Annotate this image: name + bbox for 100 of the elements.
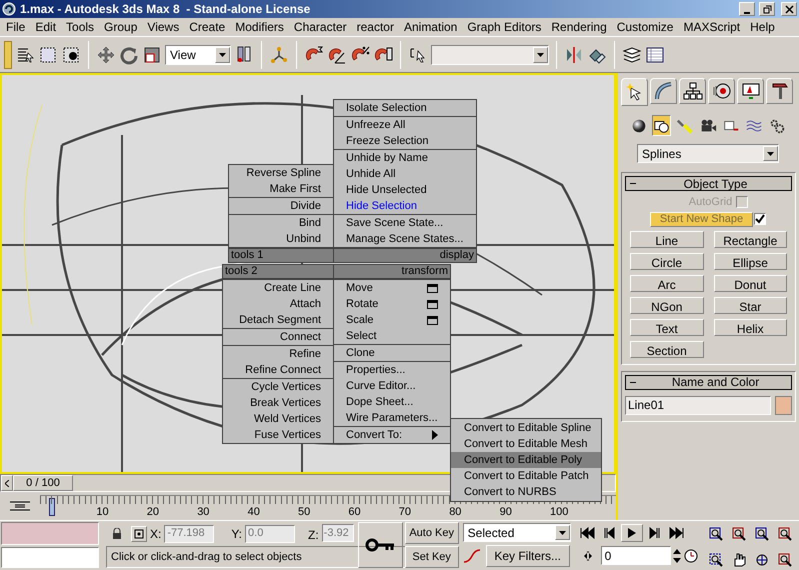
quad-menu-item[interactable]: Refine — [223, 346, 333, 362]
set-key-mode-button[interactable] — [358, 522, 403, 568]
quad-menu-item[interactable]: Detach Segment — [223, 312, 333, 328]
menu-item[interactable]: Modifiers — [230, 18, 289, 36]
menu-item[interactable]: Animation — [398, 18, 462, 36]
quad-menu-item[interactable]: Fuse Vertices — [223, 427, 333, 443]
quad-menu-item[interactable]: Unbind — [229, 231, 333, 247]
rotate-icon[interactable] — [119, 44, 139, 64]
track-view-icon[interactable] — [645, 44, 665, 64]
quad-menu-item[interactable]: Isolate Selection — [334, 100, 476, 116]
object-type-button[interactable]: NGon — [630, 296, 704, 314]
time-configuration-icon[interactable] — [682, 548, 699, 564]
quad-menu-item[interactable]: Freeze Selection — [334, 133, 476, 149]
quad-menu-item[interactable]: Connect — [223, 329, 333, 345]
color-swatch[interactable] — [775, 396, 792, 414]
selection-region-icon[interactable] — [38, 44, 58, 64]
close-icon[interactable] — [781, 2, 797, 16]
key-filters-button[interactable]: Key Filters... — [486, 545, 570, 567]
rollout-header[interactable]: Name and Color — [625, 374, 792, 390]
auto-key-button[interactable]: Auto Key — [404, 522, 459, 544]
minimize-icon[interactable] — [739, 2, 755, 16]
key-mode-dropdown[interactable]: Selected — [462, 523, 571, 542]
object-type-button[interactable]: Line — [630, 230, 704, 248]
tangent-icon[interactable] — [462, 548, 483, 564]
mirror-icon[interactable] — [564, 44, 584, 64]
quad-menu-item[interactable]: Clone — [334, 345, 450, 361]
object-type-button[interactable]: Text — [630, 318, 704, 336]
menu-item[interactable]: File — [1, 18, 30, 36]
object-name-field[interactable]: Line01 — [625, 396, 771, 414]
quad-menu-item[interactable]: Manage Scene States... — [334, 231, 476, 247]
maximize-viewport-icon[interactable] — [776, 550, 794, 568]
quad-menu-item[interactable]: Scale — [334, 312, 450, 328]
quad-menu-item[interactable]: Convert To: — [334, 427, 450, 443]
quad-menu-item[interactable]: Reverse Spline — [229, 165, 333, 181]
menu-item[interactable]: Character — [288, 18, 352, 36]
scale-icon[interactable] — [142, 44, 162, 64]
reference-coordinate-dropdown[interactable]: View — [165, 44, 231, 64]
menu-item[interactable]: Group — [99, 18, 142, 36]
zoom-extents-icon[interactable] — [752, 525, 771, 543]
window-crossing-icon[interactable] — [61, 44, 81, 64]
zoom-icon[interactable] — [706, 525, 725, 543]
manipulate-icon[interactable] — [269, 44, 289, 64]
object-type-button[interactable]: Arc — [630, 274, 704, 292]
menu-item[interactable]: Rendering — [546, 18, 612, 36]
quad-menu-item[interactable]: Attach — [223, 296, 333, 312]
current-frame-field[interactable]: 0 — [600, 546, 671, 565]
x-coordinate-field[interactable]: -77.198 — [164, 524, 214, 542]
menu-item[interactable]: reactor — [352, 18, 399, 36]
quad-menu-item[interactable]: Rotate — [334, 296, 450, 312]
category-dropdown[interactable]: Splines — [637, 144, 779, 163]
menu-item[interactable]: Create — [184, 18, 230, 36]
quad-menu-item[interactable]: Make First — [229, 181, 333, 197]
menu-item[interactable]: Edit — [30, 18, 62, 36]
quad-menu-item[interactable]: Hide Selection — [334, 198, 476, 214]
maxscript-input-field[interactable] — [1, 547, 99, 568]
quad-menu-item[interactable]: Wire Parameters... — [334, 410, 450, 426]
quad-menu-item[interactable]: Break Vertices — [223, 395, 333, 411]
previous-frame-button[interactable] — [1, 475, 13, 491]
menu-item[interactable]: Graph Editors — [462, 18, 546, 36]
command-tab[interactable] — [621, 78, 648, 106]
quad-menu-item[interactable]: Move — [334, 280, 450, 296]
quad-menu-item[interactable]: Divide — [229, 198, 333, 214]
menu-item[interactable]: Tools — [61, 18, 100, 36]
start-new-shape-checkbox[interactable] — [754, 213, 766, 225]
set-key-button[interactable]: Set Key — [404, 546, 459, 568]
restore-icon[interactable] — [759, 2, 775, 16]
quad-menu-item[interactable]: Bind — [229, 215, 333, 231]
menu-item[interactable]: Customize — [612, 18, 678, 36]
quad-menu-item[interactable]: Weld Vertices — [223, 411, 333, 427]
quad-menu-item[interactable]: Select — [334, 328, 450, 344]
zoom-extents-all-icon[interactable] — [776, 525, 794, 543]
object-type-button[interactable]: Helix — [714, 318, 787, 336]
absolute-mode-icon[interactable] — [131, 526, 147, 542]
quad-menu-item[interactable]: Unhide by Name — [334, 150, 476, 166]
submenu-item[interactable]: Convert to Editable Spline — [451, 420, 601, 436]
quad-menu-item[interactable]: Hide Unselected — [334, 182, 476, 198]
quad-menu-item[interactable]: Dope Sheet... — [334, 394, 450, 410]
z-coordinate-field[interactable]: -3.92 — [322, 524, 354, 542]
play-button[interactable] — [620, 524, 643, 542]
quad-menu-item[interactable]: Save Scene State... — [334, 215, 476, 231]
y-coordinate-field[interactable]: 0.0 — [245, 524, 296, 542]
named-selection-dropdown[interactable] — [431, 44, 549, 64]
zoom-all-icon[interactable] — [730, 525, 748, 543]
maxscript-listener-field[interactable] — [1, 522, 99, 545]
quad-menu-item[interactable]: Curve Editor... — [334, 378, 450, 394]
object-type-button[interactable]: Donut — [714, 274, 787, 292]
zoom-region-icon[interactable] — [706, 550, 725, 568]
quad-menu-item[interactable]: Refine Connect — [223, 362, 333, 378]
object-type-button[interactable]: Ellipse — [714, 252, 787, 270]
quad-menu-item[interactable]: Cycle Vertices — [223, 379, 333, 395]
quad-menu-item[interactable]: Properties... — [334, 362, 450, 378]
menu-item[interactable]: MAXScript — [678, 18, 746, 36]
menu-item[interactable]: Help — [745, 18, 780, 36]
object-type-button[interactable]: Circle — [630, 252, 704, 270]
submenu-item[interactable]: Convert to Editable Patch — [451, 468, 601, 484]
object-type-button[interactable]: Section — [630, 340, 704, 358]
rollout-header[interactable]: Object Type — [625, 176, 792, 191]
layers-icon[interactable] — [622, 44, 642, 64]
object-type-button[interactable]: Star — [714, 296, 787, 314]
object-type-button[interactable]: Rectangle — [714, 230, 787, 248]
